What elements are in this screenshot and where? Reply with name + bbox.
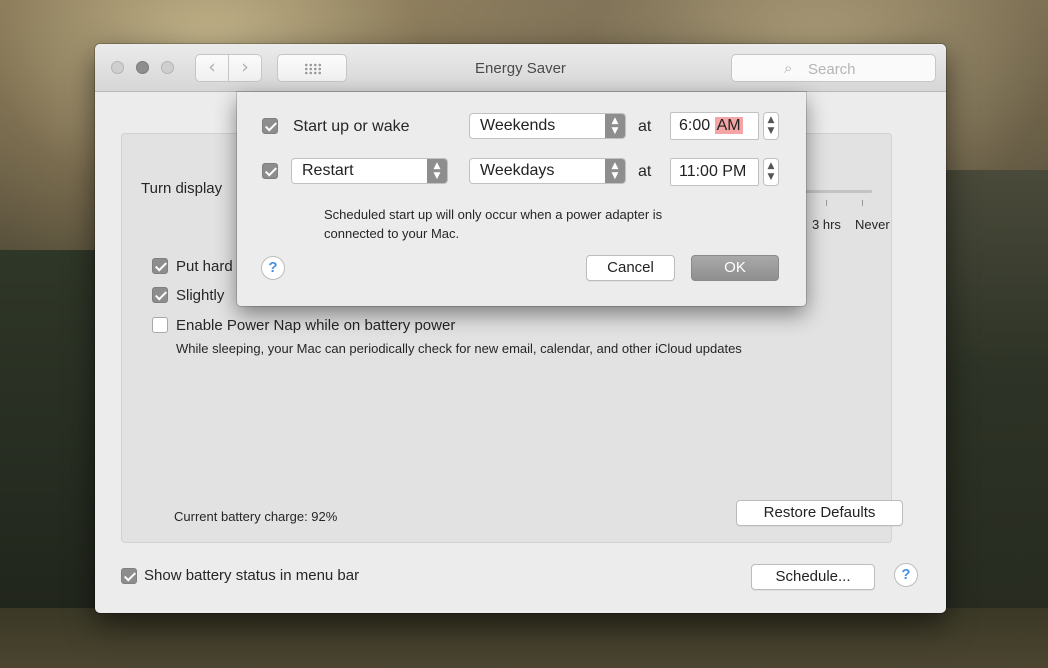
startup-time-stepper[interactable]: ▲ ▼: [763, 112, 779, 140]
slider-tick-label-3hrs: 3 hrs: [812, 217, 841, 232]
at-label: at: [638, 163, 652, 180]
slightly-dim-checkbox[interactable]: [152, 287, 168, 303]
wallpaper-ground: [0, 608, 1048, 668]
cancel-button[interactable]: Cancel: [586, 255, 675, 281]
search-placeholder: Search: [808, 61, 856, 78]
search-icon: ⌕: [784, 59, 793, 77]
battery-charge-text: Current battery charge: 92%: [174, 509, 338, 524]
slider-tick: [862, 200, 863, 206]
schedule-note-line2: connected to your Mac.: [324, 226, 460, 241]
chevron-updown-icon: ▲ ▼: [605, 114, 625, 138]
put-hard-disks-label: Put hard: [176, 258, 233, 275]
restart-days-value: Weekdays: [480, 162, 555, 179]
chevron-updown-icon: ▲ ▼: [427, 159, 447, 183]
search-input[interactable]: ⌕ Search: [731, 54, 936, 82]
display-sleep-slider[interactable]: [802, 190, 872, 193]
wallpaper-mountain-left: [0, 250, 110, 668]
startup-time-value: 6:00: [679, 117, 711, 134]
slider-tick: [826, 200, 827, 206]
power-nap-note: While sleeping, your Mac can periodicall…: [176, 341, 742, 356]
slightly-dim-label: Slightly: [176, 287, 225, 304]
ok-button[interactable]: OK: [691, 255, 779, 281]
show-battery-status-label: Show battery status in menu bar: [144, 567, 360, 584]
chevron-updown-icon: ▲ ▼: [605, 159, 625, 183]
turn-display-label: Turn display: [141, 180, 223, 197]
restart-time-field[interactable]: 11:00 PM: [670, 158, 759, 186]
schedule-button[interactable]: Schedule...: [751, 564, 875, 590]
schedule-note-line1: Scheduled start up will only occur when …: [324, 207, 663, 222]
restart-action-select[interactable]: Restart ▲ ▼: [291, 158, 448, 184]
at-label: at: [638, 118, 652, 135]
slider-tick-label-never: Never: [855, 217, 890, 232]
restart-time-stepper[interactable]: ▲ ▼: [763, 158, 779, 186]
wallpaper-mountain-right: [938, 170, 1048, 668]
restart-days-select[interactable]: Weekdays ▲ ▼: [469, 158, 626, 184]
startup-days-select[interactable]: Weekends ▲ ▼: [469, 113, 626, 139]
startup-days-value: Weekends: [480, 117, 556, 134]
start-up-or-wake-checkbox[interactable]: [262, 118, 278, 134]
start-up-or-wake-label: Start up or wake: [293, 118, 410, 135]
power-nap-checkbox[interactable]: [152, 317, 168, 333]
sheet-help-button[interactable]: ?: [261, 256, 285, 280]
restart-checkbox[interactable]: [262, 163, 278, 179]
show-battery-status-checkbox[interactable]: [121, 568, 137, 584]
restore-defaults-button[interactable]: Restore Defaults: [736, 500, 903, 526]
startup-time-field[interactable]: 6:00 AM: [670, 112, 759, 140]
put-hard-disks-checkbox[interactable]: [152, 258, 168, 274]
restart-time-value: 11:00 PM: [679, 163, 747, 180]
schedule-sheet: Start up or wake Weekends ▲ ▼ at 6:00 AM …: [237, 92, 806, 306]
startup-ampm-value[interactable]: AM: [714, 117, 743, 134]
power-nap-label: Enable Power Nap while on battery power: [176, 317, 456, 334]
help-button[interactable]: ?: [894, 563, 918, 587]
title-bar: ‹ › Energy Saver ⌕ Search: [95, 44, 946, 92]
restart-action-value: Restart: [302, 162, 354, 179]
